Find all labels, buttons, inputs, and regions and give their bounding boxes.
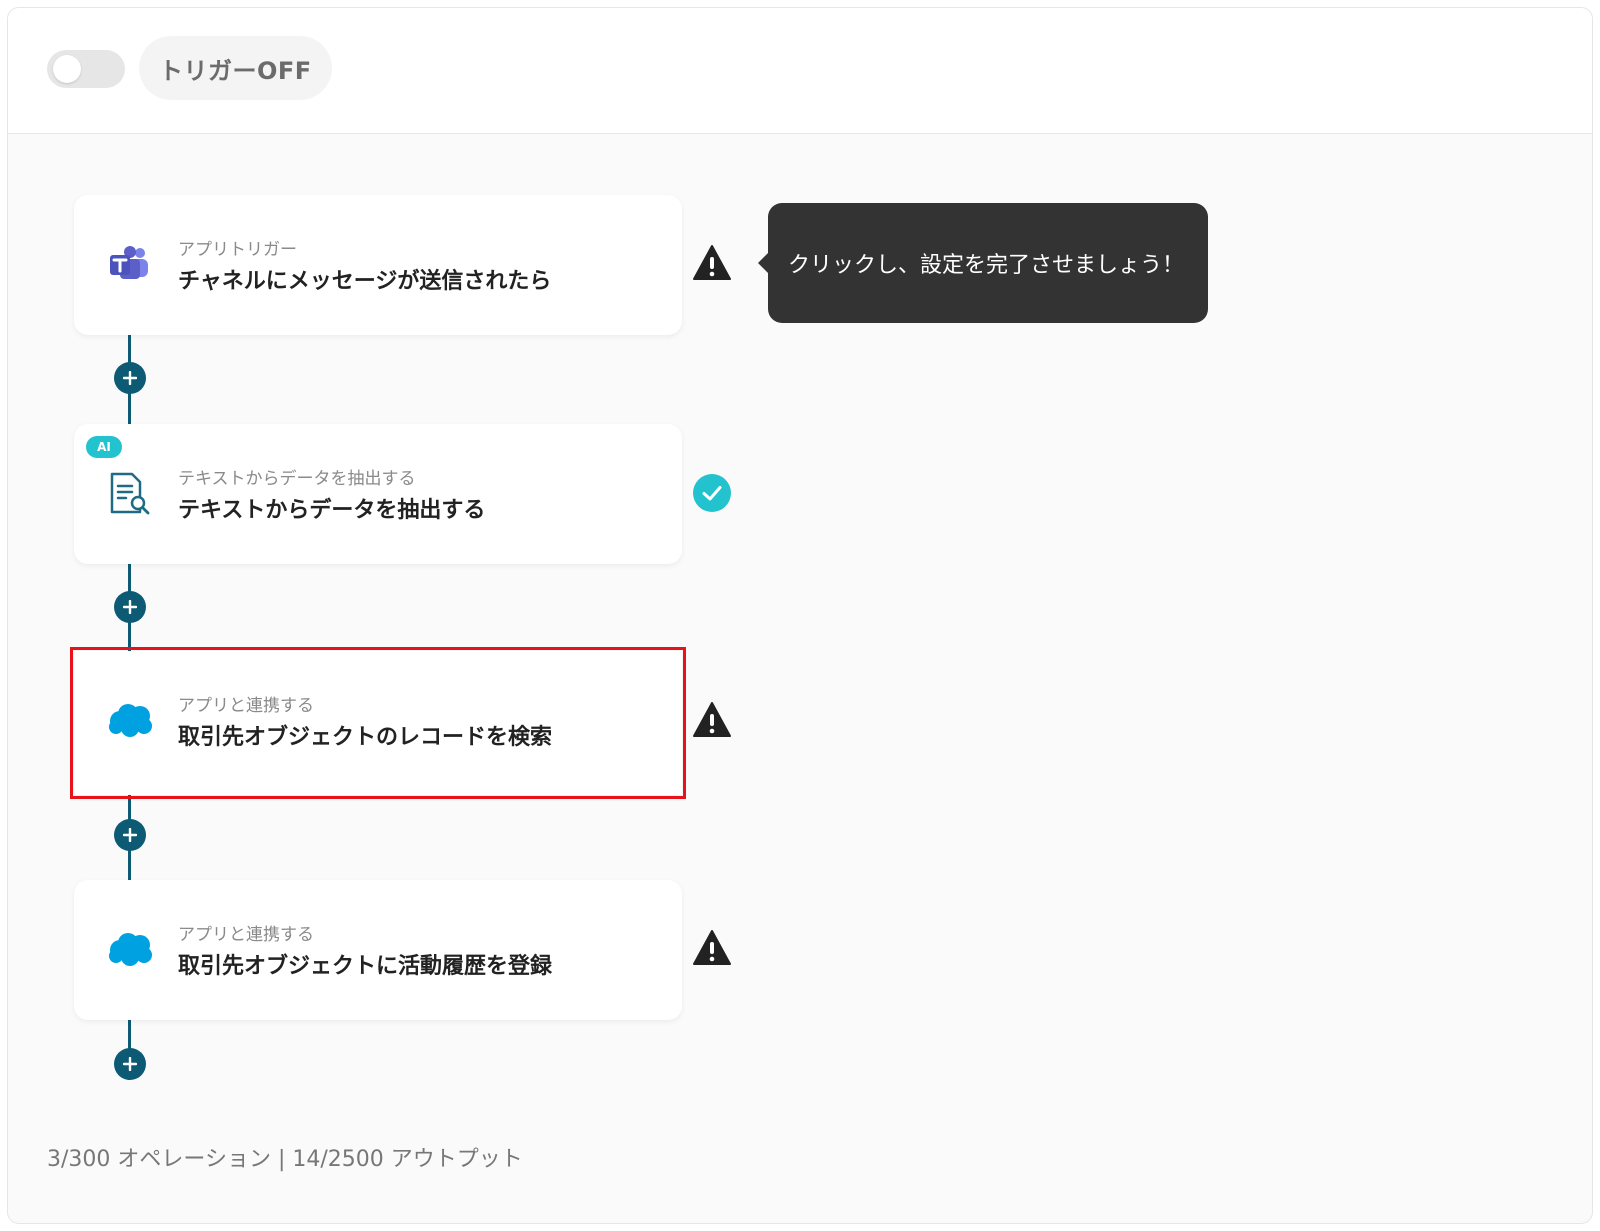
add-step-button[interactable] xyxy=(114,591,146,623)
header-bar: トリガーOFF xyxy=(8,8,1592,134)
document-search-icon xyxy=(110,472,150,515)
toggle-knob xyxy=(53,55,81,83)
step-subtitle: アプリトリガー xyxy=(178,240,297,260)
add-step-button[interactable] xyxy=(114,362,146,394)
step-card-trigger[interactable]: アプリトリガー チャネルにメッセージが送信されたら xyxy=(74,195,682,335)
step-card-search-records[interactable]: アプリと連携する 取引先オブジェクトのレコードを検索 xyxy=(70,647,686,799)
usage-summary: 3/300 オペレーション | 14/2500 アウトプット xyxy=(47,1147,523,1172)
tooltip-text: クリックし、設定を完了させましょう！ xyxy=(788,253,1185,278)
salesforce-cloud-icon xyxy=(109,704,152,737)
warning-icon xyxy=(693,702,731,737)
step-card-register-activity[interactable]: アプリと連携する 取引先オブジェクトに活動履歴を登録 xyxy=(74,880,682,1020)
step-title: 取引先オブジェクトのレコードを検索 xyxy=(178,725,553,750)
add-step-button[interactable] xyxy=(114,1048,146,1080)
plus-icon xyxy=(123,600,137,614)
add-step-button[interactable] xyxy=(114,819,146,851)
step-title: 取引先オブジェクトに活動履歴を登録 xyxy=(178,954,553,979)
warning-icon xyxy=(693,245,731,280)
trigger-status-label: トリガーOFF xyxy=(139,36,332,100)
warning-icon xyxy=(693,930,731,965)
check-circle-icon xyxy=(693,474,731,512)
teams-icon xyxy=(110,246,148,279)
plus-icon xyxy=(123,828,137,842)
plus-icon xyxy=(123,371,137,385)
ai-badge: AI xyxy=(86,436,122,458)
step-title: テキストからデータを抽出する xyxy=(178,498,486,523)
step-card-ai-extract[interactable]: AI テキストからデータを抽出する テキストからデータを抽出する xyxy=(74,424,682,564)
plus-icon xyxy=(123,1057,137,1071)
step-subtitle: アプリと連携する xyxy=(178,696,314,716)
salesforce-cloud-icon xyxy=(109,933,152,966)
flow-editor: トリガーOFF アプリトリガー チャネルにメッセージが送信されたら クリックし、… xyxy=(7,7,1593,1224)
trigger-toggle[interactable] xyxy=(47,50,125,88)
step-subtitle: テキストからデータを抽出する xyxy=(178,469,416,489)
step-title: チャネルにメッセージが送信されたら xyxy=(178,269,552,294)
step-subtitle: アプリと連携する xyxy=(178,925,314,945)
setup-tooltip: クリックし、設定を完了させましょう！ xyxy=(758,203,1208,323)
